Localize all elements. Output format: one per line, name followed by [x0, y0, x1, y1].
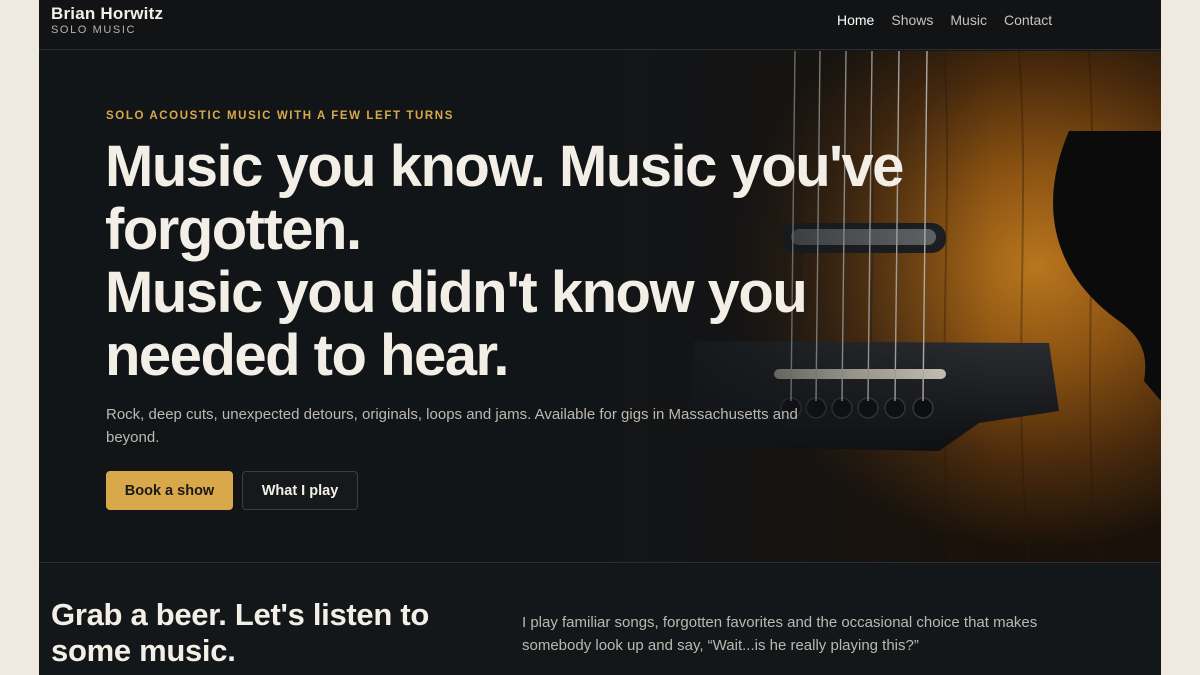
nav-home[interactable]: Home: [837, 12, 874, 28]
book-a-show-button[interactable]: Book a show: [106, 471, 233, 510]
intro-body: I play familiar songs, forgotten favorit…: [522, 614, 1038, 654]
brand-subtitle: SOLO MUSIC: [51, 24, 137, 36]
intro-section: Grab a beer. Let's listen to some music.…: [39, 564, 1161, 675]
nav-music[interactable]: Music: [950, 12, 987, 28]
hero-eyebrow: SOLO ACOUSTIC MUSIC WITH A FEW LEFT TURN…: [106, 110, 454, 122]
page: Brian Horwitz SOLO MUSIC Home Shows Musi…: [39, 0, 1161, 675]
intro-title: Grab a beer. Let's listen to some music.: [51, 597, 429, 668]
headline-line: needed to hear.: [105, 323, 509, 388]
hero-headline: Music you know. Music you've forgotten. …: [105, 135, 985, 387]
nav-contact[interactable]: Contact: [1004, 12, 1052, 28]
hero-section: SOLO ACOUSTIC MUSIC WITH A FEW LEFT TURN…: [39, 51, 1161, 563]
headline-line: Music you didn't know you: [105, 260, 808, 325]
hero-subtext: Rock, deep cuts, unexpected detours, ori…: [106, 406, 798, 446]
headline-line: forgotten.: [105, 197, 362, 262]
site-header: Brian Horwitz SOLO MUSIC Home Shows Musi…: [39, 0, 1161, 50]
main-nav: Home Shows Music Contact: [837, 12, 1052, 28]
headline-line: Music you know. Music you've: [105, 134, 904, 199]
what-i-play-button[interactable]: What I play: [242, 471, 358, 510]
nav-shows[interactable]: Shows: [891, 12, 933, 28]
brand-name[interactable]: Brian Horwitz: [51, 4, 163, 24]
